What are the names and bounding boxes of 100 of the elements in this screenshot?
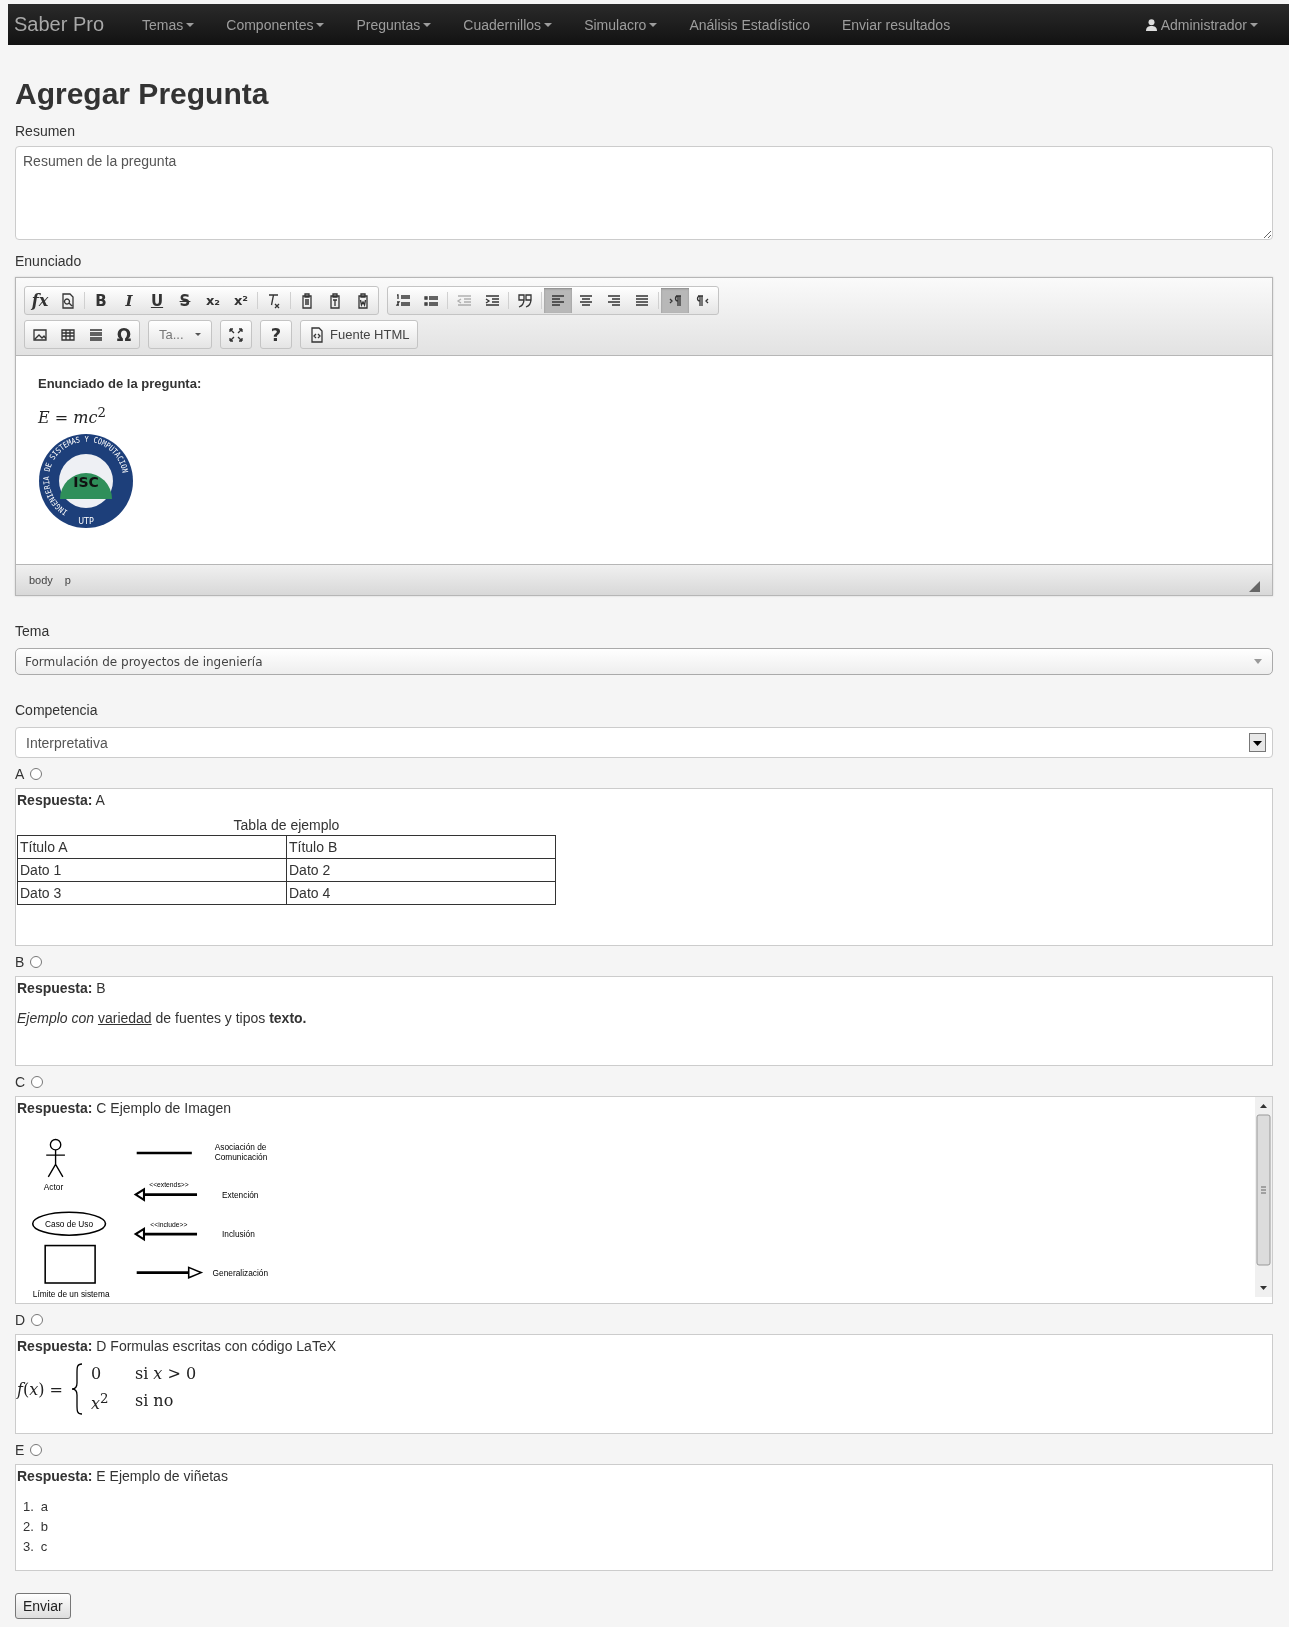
rule-icon: [88, 326, 104, 343]
italic-button[interactable]: I: [115, 288, 143, 313]
pasteword-icon: [355, 292, 371, 309]
field-label: Tema: [15, 622, 51, 640]
strike-button[interactable]: S: [171, 288, 199, 313]
removeformat-icon: [266, 292, 282, 309]
image-icon: [32, 326, 48, 343]
answer-heading: Respuesta: D Formulas escritas con código LaTeX: [17, 1337, 338, 1355]
diagram-label: Asociación de Comunicación: [214, 1141, 268, 1163]
nav-menu-item[interactable]: Temas: [142, 16, 195, 33]
actor-figure: [45, 1138, 66, 1178]
formula-text: si x > 0: [134, 1364, 197, 1384]
option-letter: B: [15, 954, 25, 970]
topic-select[interactable]: Formulación de proyectos de ingeniería: [15, 648, 1273, 675]
formula: E = mc$^{2}$: [38, 405, 107, 428]
diagram-label: Actor: [43, 1182, 64, 1193]
formula-text: si no: [134, 1391, 175, 1413]
specialchar-button[interactable]: Ω: [110, 322, 138, 347]
list-marker: 1.: [23, 1498, 34, 1516]
alignleft-icon: [550, 292, 566, 309]
dependency-arrow: [133, 1227, 197, 1242]
formula-text: x$^{2}$: [90, 1391, 110, 1414]
list-item: b: [40, 1518, 49, 1536]
dependency-arrow: [133, 1187, 197, 1202]
subscript-button[interactable]: x₂: [199, 288, 227, 313]
alignleft-button[interactable]: [544, 288, 572, 313]
table-cell: Título A: [17, 835, 287, 859]
option-radio[interactable]: [30, 1444, 43, 1456]
list-item: a: [40, 1498, 49, 1516]
generalization-arrow: [136, 1266, 204, 1279]
nav-menu-item[interactable]: Simulacro: [584, 16, 658, 33]
field-label: Enunciado: [15, 252, 83, 270]
table-cell: Dato 3: [17, 881, 287, 905]
field-label: Resumen: [15, 122, 76, 140]
diagram-label: Extención: [222, 1189, 259, 1200]
paste-icon: [299, 292, 315, 309]
formula-button[interactable]: fx: [26, 288, 54, 313]
indent-icon: [484, 292, 500, 309]
option-letter: D: [15, 1312, 26, 1328]
page-title: Agregar Pregunta: [15, 76, 270, 112]
nav-menu-item[interactable]: Enviar resultados: [842, 16, 951, 33]
answer-text: Ejemplo con variedad de fuentes y tipos texto.: [17, 1010, 308, 1026]
statement-heading: Enunciado de la pregunta:: [38, 376, 203, 391]
justify-icon: [634, 292, 650, 309]
option-radio[interactable]: [31, 1314, 44, 1326]
answer-heading: Respuesta: B: [17, 979, 107, 997]
option-radio[interactable]: [30, 768, 43, 780]
table-cell: Dato 4: [286, 881, 556, 905]
bold-button[interactable]: B: [87, 288, 115, 313]
answer-heading: Respuesta: C Ejemplo de Imagen: [17, 1099, 232, 1117]
user-icon: [1145, 18, 1157, 31]
list-marker: 2.: [23, 1518, 34, 1536]
brace-drawing: [70, 1363, 83, 1415]
submit-button[interactable]: Enviar: [15, 1593, 71, 1619]
caret-icon: [195, 333, 201, 336]
nav-menu-item[interactable]: Análisis Estadístico: [689, 16, 810, 33]
table-icon: [60, 326, 76, 343]
user-menu[interactable]: Administrador: [1145, 16, 1258, 33]
element-path-link[interactable]: p: [64, 574, 71, 586]
nav-menu-item[interactable]: Preguntas: [356, 16, 432, 33]
list-marker: 3.: [23, 1538, 34, 1556]
nav-menu-item[interactable]: Componentes: [226, 16, 325, 33]
maximize-icon: [228, 326, 244, 343]
brand-link[interactable]: Saber Pro: [14, 13, 105, 36]
scrollbar[interactable]: [1255, 1097, 1272, 1297]
summary-field[interactable]: Resumen de la pregunta: [15, 146, 1273, 240]
help-button[interactable]: ?: [262, 322, 290, 347]
table-cell: Dato 1: [17, 858, 287, 882]
underline-button[interactable]: U: [143, 288, 171, 313]
quote-icon: [517, 292, 533, 309]
element-path-link[interactable]: body: [29, 574, 53, 586]
preview-icon: [60, 292, 76, 309]
nav-menu-item[interactable]: Cuadernillos: [463, 16, 553, 33]
aligncenter-icon: [578, 292, 594, 309]
numbered-icon: [395, 292, 411, 309]
resize-handle-icon[interactable]: [1249, 580, 1260, 592]
rtl-icon: [695, 292, 711, 309]
option-radio[interactable]: [31, 1076, 44, 1088]
option-letter: A: [15, 766, 25, 782]
diagram-label: Límite de un sistema: [32, 1288, 110, 1299]
option-letter: E: [15, 1442, 25, 1458]
format-combo[interactable]: Ta...: [148, 320, 212, 349]
competence-select[interactable]: Interpretativa: [15, 727, 1273, 758]
option-letter: C: [15, 1074, 26, 1090]
diagram-label: Caso de Uso: [45, 1218, 94, 1229]
alignright-icon: [606, 292, 622, 309]
ltr-button[interactable]: [661, 288, 689, 313]
ltr-icon: [667, 292, 683, 309]
superscript-button[interactable]: x²: [227, 288, 255, 313]
source-button[interactable]: Fuente HTML: [302, 322, 417, 347]
answer-heading: Respuesta: E Ejemplo de viñetas: [17, 1467, 229, 1485]
caret-icon: [1254, 659, 1262, 664]
option-radio[interactable]: [30, 956, 43, 968]
answer-heading: Respuesta: A: [17, 791, 106, 809]
list-item: c: [40, 1538, 48, 1556]
outdent-icon: [456, 292, 472, 309]
table-caption: Tabla de ejemplo: [232, 816, 341, 835]
diagram-label: Generalización: [212, 1267, 269, 1278]
table-cell: Dato 2: [286, 858, 556, 882]
formula-text: f(x) =: [17, 1379, 63, 1399]
